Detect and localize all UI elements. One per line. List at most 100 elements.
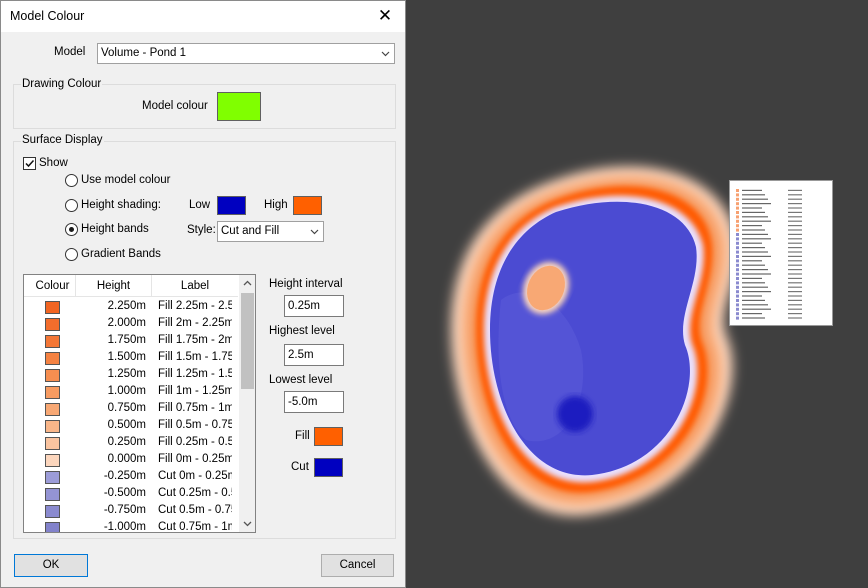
dialog-title: Model Colour	[10, 9, 85, 23]
table-row[interactable]: 2.000m Fill 2m - 2.25m	[24, 316, 238, 333]
band-colour-swatch[interactable]	[45, 488, 60, 501]
band-label: Cut 0m - 0.25m	[158, 470, 232, 482]
band-colour-swatch[interactable]	[45, 437, 60, 450]
band-colour-swatch[interactable]	[45, 386, 60, 399]
band-height: 0.500m	[107, 419, 146, 431]
use-model-colour-radio[interactable]	[65, 174, 78, 187]
legend-text-line	[742, 225, 762, 227]
table-row[interactable]: 1.500m Fill 1.5m - 1.75m	[24, 350, 238, 367]
scroll-up-icon[interactable]	[239, 275, 256, 291]
legend-text-line	[788, 282, 802, 284]
model-colour-swatch[interactable]	[217, 92, 261, 121]
height-bands-radio[interactable]	[65, 223, 78, 236]
cut-colour-swatch[interactable]	[314, 458, 343, 477]
band-colour-swatch[interactable]	[45, 454, 60, 467]
legend-thumbnail[interactable]	[729, 180, 833, 326]
chevron-down-icon	[306, 222, 323, 241]
list-scrollbar[interactable]	[239, 275, 256, 532]
band-colour-swatch[interactable]	[45, 335, 60, 348]
style-label: Style:	[187, 224, 216, 236]
lowest-level-input[interactable]: -5.0m	[284, 391, 344, 413]
legend-swatch	[736, 189, 739, 192]
gradient-bands-radio[interactable]	[65, 248, 78, 261]
legend-text-line	[788, 198, 802, 200]
cancel-button[interactable]: Cancel	[321, 554, 394, 577]
fill-label: Fill	[295, 430, 310, 442]
model-select[interactable]: Volume - Pond 1	[97, 43, 395, 64]
table-row[interactable]: 1.000m Fill 1m - 1.25m	[24, 384, 238, 401]
legend-swatch	[736, 259, 739, 263]
band-colour-swatch[interactable]	[45, 301, 60, 314]
low-colour-swatch[interactable]	[217, 196, 246, 215]
legend-swatch	[736, 197, 739, 201]
legend-swatch	[736, 307, 739, 311]
close-icon[interactable]: ✕	[371, 3, 399, 29]
table-row[interactable]: 0.750m Fill 0.75m - 1m	[24, 401, 238, 418]
band-label: Cut 0.5m - 0.75m	[158, 504, 232, 516]
high-label: High	[264, 199, 288, 211]
table-row[interactable]: 0.000m Fill 0m - 0.25m	[24, 452, 238, 469]
legend-text-line	[742, 273, 771, 275]
scroll-down-icon[interactable]	[239, 516, 256, 532]
style-select[interactable]: Cut and Fill	[217, 221, 324, 242]
legend-text-line	[788, 286, 802, 288]
table-row[interactable]: 0.500m Fill 0.5m - 0.75m	[24, 418, 238, 435]
table-row[interactable]: 0.250m Fill 0.25m - 0.5m	[24, 435, 238, 452]
band-colour-swatch[interactable]	[45, 522, 60, 532]
chevron-down-icon	[377, 44, 394, 63]
table-row[interactable]: -0.750m Cut 0.5m - 0.75m	[24, 503, 238, 520]
high-colour-swatch[interactable]	[293, 196, 322, 215]
legend-text-line	[742, 194, 765, 196]
deep-cut-spot[interactable]	[557, 396, 593, 432]
table-row[interactable]: 1.750m Fill 1.75m - 2m	[24, 333, 238, 350]
highest-level-input[interactable]: 2.5m	[284, 344, 344, 366]
ok-button[interactable]: OK	[14, 554, 88, 577]
scrollbar-thumb[interactable]	[241, 293, 254, 389]
height-band-list[interactable]: Colour Height Label 2.250m Fill 2.25m - 2…	[23, 274, 256, 533]
legend-text-line	[788, 264, 802, 266]
checkmark-icon	[25, 159, 35, 168]
legend-text-line	[742, 291, 771, 293]
band-colour-swatch[interactable]	[45, 318, 60, 331]
height-interval-input[interactable]: 0.25m	[284, 295, 344, 317]
band-colour-swatch[interactable]	[45, 471, 60, 484]
legend-text-line	[788, 194, 802, 196]
legend-swatch	[736, 219, 739, 223]
legend-swatch	[736, 316, 739, 320]
table-row[interactable]: 1.250m Fill 1.25m - 1.5m	[24, 367, 238, 384]
table-row[interactable]: -0.250m Cut 0m - 0.25m	[24, 469, 238, 486]
legend-text-line	[742, 242, 762, 244]
legend-swatch	[736, 268, 739, 272]
title-bar[interactable]: Model Colour ✕	[1, 1, 405, 32]
band-colour-swatch[interactable]	[45, 505, 60, 518]
legend-swatch	[736, 202, 739, 206]
show-checkbox[interactable]	[23, 157, 36, 170]
column-header-label[interactable]: Label	[152, 275, 238, 297]
low-label: Low	[189, 199, 211, 211]
band-colour-swatch[interactable]	[45, 403, 60, 416]
band-height: 1.250m	[107, 368, 146, 380]
column-header-height[interactable]: Height	[76, 275, 152, 297]
table-row[interactable]: -1.000m Cut 0.75m - 1m	[24, 520, 238, 532]
legend-text-line	[742, 264, 765, 266]
band-height: 1.500m	[107, 351, 146, 363]
legend-swatch	[736, 228, 739, 232]
band-colour-swatch[interactable]	[45, 420, 60, 433]
band-colour-swatch[interactable]	[45, 369, 60, 382]
legend-text-line	[742, 286, 768, 288]
band-colour-swatch[interactable]	[45, 352, 60, 365]
fill-colour-swatch[interactable]	[314, 427, 343, 446]
column-header-colour[interactable]: Colour	[30, 275, 76, 297]
legend-text-line	[742, 269, 768, 271]
band-height: -0.500m	[103, 487, 146, 499]
surface-display-group-label: Surface Display	[21, 134, 104, 146]
legend-swatch	[736, 312, 739, 316]
table-row[interactable]: 2.250m Fill 2.25m - 2.5m	[24, 299, 238, 316]
legend-text-line	[788, 308, 802, 310]
highest-level-label: Highest level	[269, 325, 335, 337]
legend-text-line	[742, 216, 768, 218]
legend-swatch	[736, 206, 739, 210]
height-shading-radio[interactable]	[65, 199, 78, 212]
band-label: Fill 0m - 0.25m	[158, 453, 232, 465]
table-row[interactable]: -0.500m Cut 0.25m - 0.5m	[24, 486, 238, 503]
